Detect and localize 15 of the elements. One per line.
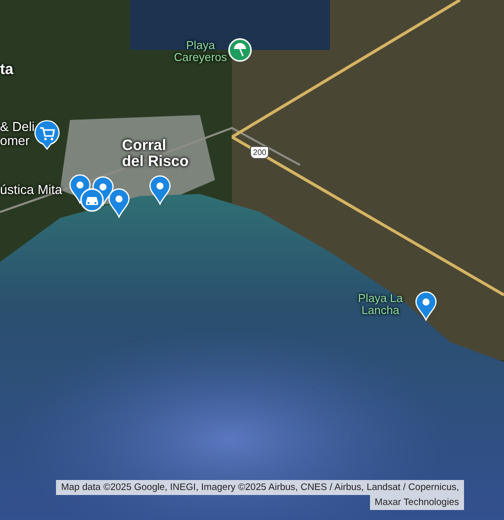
location-pin-icon[interactable] <box>415 291 437 321</box>
map-label: Playa Careyeros <box>174 40 228 64</box>
shopping-cart-icon[interactable] <box>34 120 60 150</box>
map-label: ústica Mita <box>0 183 62 197</box>
map-label: Corral del Risco <box>122 138 189 170</box>
road-shield: 200 <box>250 146 270 159</box>
map-label: ta <box>0 62 14 78</box>
location-pin-icon[interactable] <box>149 175 171 205</box>
beach-umbrella-icon[interactable] <box>228 38 252 62</box>
location-pin-icon[interactable] <box>108 188 130 218</box>
car-icon[interactable] <box>80 188 104 212</box>
map-attribution: Maxar Technologies <box>370 495 464 510</box>
map-label: & Deli omer <box>0 120 35 148</box>
map-attribution: Map data ©2025 Google, INEGI, Imagery ©2025 Airbus, CNES / Airbus, Landsat / Copernicus, <box>56 480 464 495</box>
map-label: Playa La Lancha <box>358 293 403 318</box>
